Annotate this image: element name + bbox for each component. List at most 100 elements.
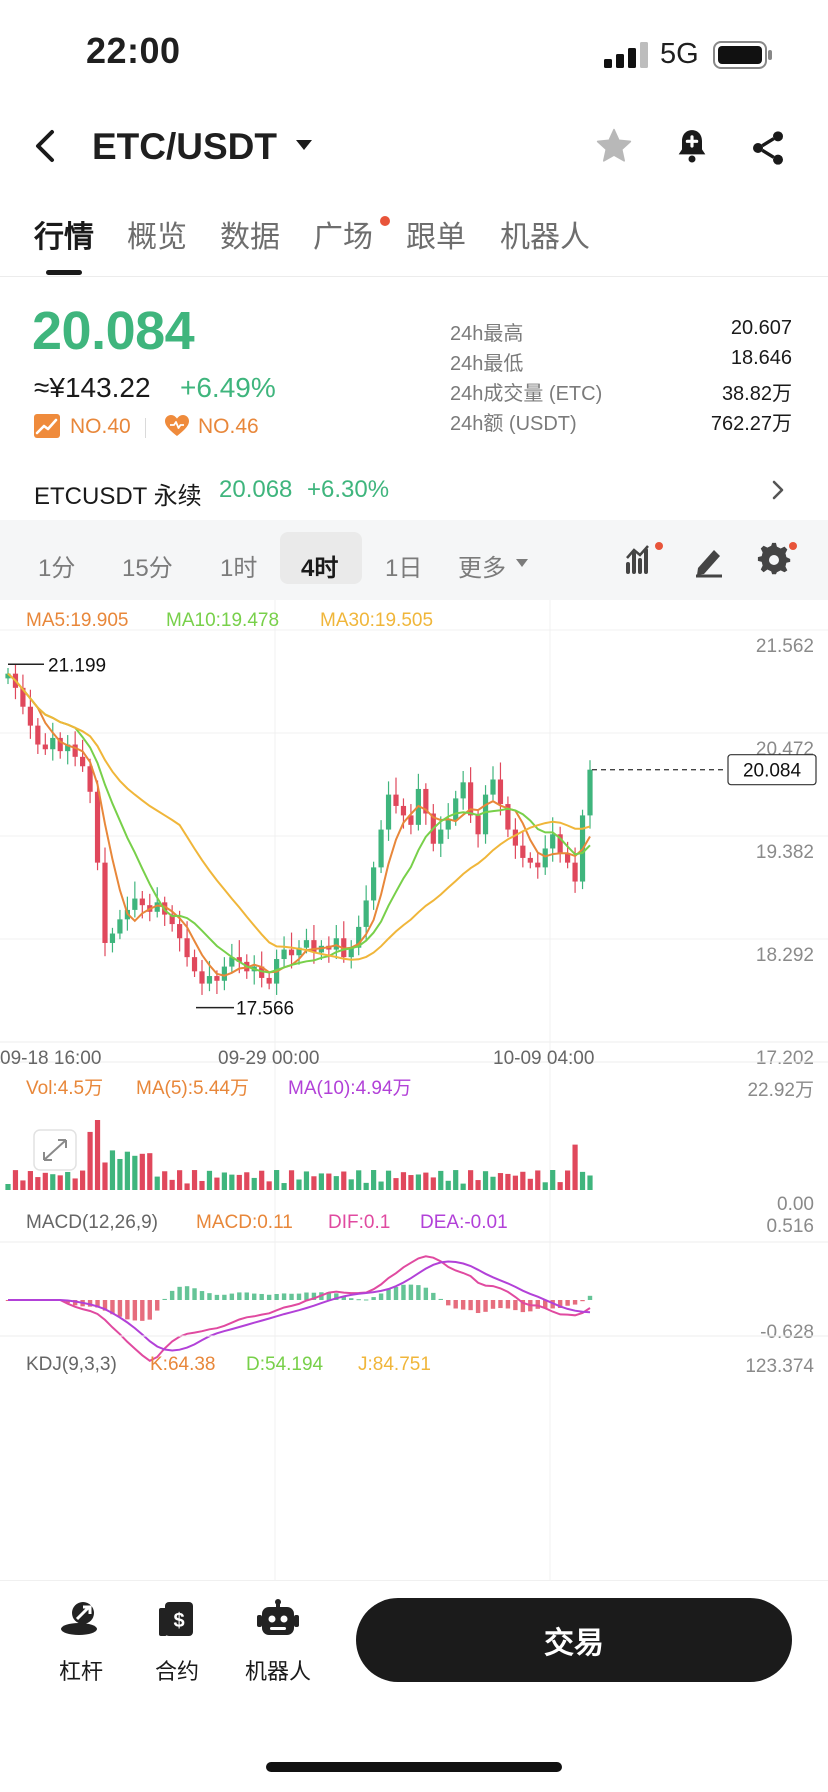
candle-body [94,791,101,863]
macd-dif-label: DIF:0.1 [328,1212,390,1233]
perp-change: +6.30% [307,476,390,503]
candle-body [132,898,138,910]
caret-down-icon [516,559,528,567]
volume-bar [102,1162,108,1190]
kline-chart-svg[interactable]: 21.56220.47219.38218.29217.202MA5:19.905… [0,600,828,1580]
indicators-icon[interactable] [624,542,664,578]
candle-body [512,829,518,846]
candle-body [221,966,227,981]
svg-text:$: $ [173,1610,184,1632]
timeframe-1m[interactable]: 1分 [38,548,75,583]
kline-chart[interactable]: 21.562 20.472 19.382 18.292 17.202 MA5:19.905… [0,600,828,1580]
tab-data[interactable]: 数据 [220,212,280,256]
volume-bar [199,1180,205,1190]
volume-ma10-label: MA(10):4.94万 [288,1078,412,1099]
volume-bar [5,1184,11,1190]
volume-bar [147,1153,153,1190]
candle-body [266,977,272,984]
volume-bar [512,1175,518,1190]
timeframe-more[interactable]: 更多 [458,548,506,583]
volume-bar [251,1177,257,1190]
timeframe-4h[interactable]: 4时 [301,548,338,583]
stat-value: 38.82万 [721,383,792,405]
macd-bar [401,1284,406,1300]
draw-pen-icon[interactable] [692,542,728,578]
volume-bar [259,1170,265,1190]
rank-badge-2[interactable]: NO.46 [198,415,259,439]
candle-body [311,940,317,953]
volume-bar [505,1173,511,1190]
volume-bar [177,1170,183,1190]
volume-bar [303,1171,310,1190]
kdj-d-label: D:54.194 [246,1354,324,1375]
volume-bar [65,1171,71,1190]
margin-button[interactable]: 杠杆 [46,1599,116,1686]
tab-quotes[interactable]: 行情 [34,212,94,256]
volume-bar [42,1172,48,1190]
heart-rank-icon [164,414,190,443]
pair-title[interactable]: ETC/USDT [92,126,277,168]
stat-label: 24h最高 [450,323,524,345]
perp-label[interactable]: ETCUSDT 永续 [34,476,202,511]
macd-params-label: MACD(12,26,9) [26,1212,158,1233]
volume-bar [191,1170,198,1190]
x-axis-label: 10-09 04:00 [493,1048,594,1069]
macd-bar [446,1300,451,1306]
bell-plus-icon[interactable] [672,126,712,166]
macd-bar [252,1293,257,1300]
macd-bar [281,1293,287,1300]
candle-body [363,900,369,927]
chevron-right-icon[interactable] [770,478,786,507]
share-icon[interactable] [748,128,788,168]
macd-bar [490,1300,496,1309]
macd-bar [438,1298,443,1300]
macd-bar [505,1300,511,1309]
volume-bar [274,1170,280,1190]
volume-bar [393,1178,399,1190]
star-icon[interactable] [594,126,634,166]
candle-body [475,815,481,835]
timeframe-1d[interactable]: 1日 [385,548,422,583]
volume-bar [184,1183,190,1190]
signal-icon [604,42,650,73]
volume-bar [333,1176,339,1190]
macd-bar [229,1293,235,1300]
candle-body [109,933,116,943]
macd-bar [117,1300,123,1317]
volume-bar [363,1182,369,1190]
macd-min-label: -0.628 [760,1322,814,1343]
trade-button[interactable]: 交易 [356,1598,792,1682]
futures-button[interactable]: $ 合约 [142,1599,212,1686]
bots-button[interactable]: 机器人 [238,1599,318,1686]
volume-bar [27,1171,33,1190]
macd-bar [572,1300,578,1305]
tab-overview[interactable]: 概览 [127,212,187,256]
settings-gear-icon[interactable] [756,542,798,578]
volume-bar [415,1174,421,1190]
tab-square[interactable]: 广场 [313,212,373,256]
timeframe-15m[interactable]: 15分 [122,548,173,583]
rank-badge-1[interactable]: NO.40 [70,415,131,439]
futures-label: 合约 [154,1659,199,1684]
tab-bar: 行情 概览 数据 广场 跟单 机器人 [0,212,828,274]
current-price-label: 20.084 [743,761,802,782]
volume-bar [490,1176,496,1190]
macd-bar [468,1300,473,1311]
volume-ma5-label: MA(5):5.44万 [136,1078,249,1099]
tab-bots[interactable]: 机器人 [500,212,590,256]
back-icon[interactable] [28,122,64,170]
candle-body [281,949,287,960]
candle-body [490,779,496,795]
timeframe-1h[interactable]: 1时 [220,548,257,583]
x-axis-label: 09-29 00:00 [218,1048,319,1069]
volume-bar [378,1181,384,1190]
volume-bar [229,1174,235,1190]
macd-bar [199,1291,205,1300]
volume-bar [400,1172,407,1190]
candle-body [206,976,213,984]
tab-copytrade[interactable]: 跟单 [406,212,466,256]
volume-bar [162,1171,168,1190]
candle-body [214,976,220,981]
caret-down-icon[interactable] [294,138,314,157]
macd-bar [460,1300,466,1310]
